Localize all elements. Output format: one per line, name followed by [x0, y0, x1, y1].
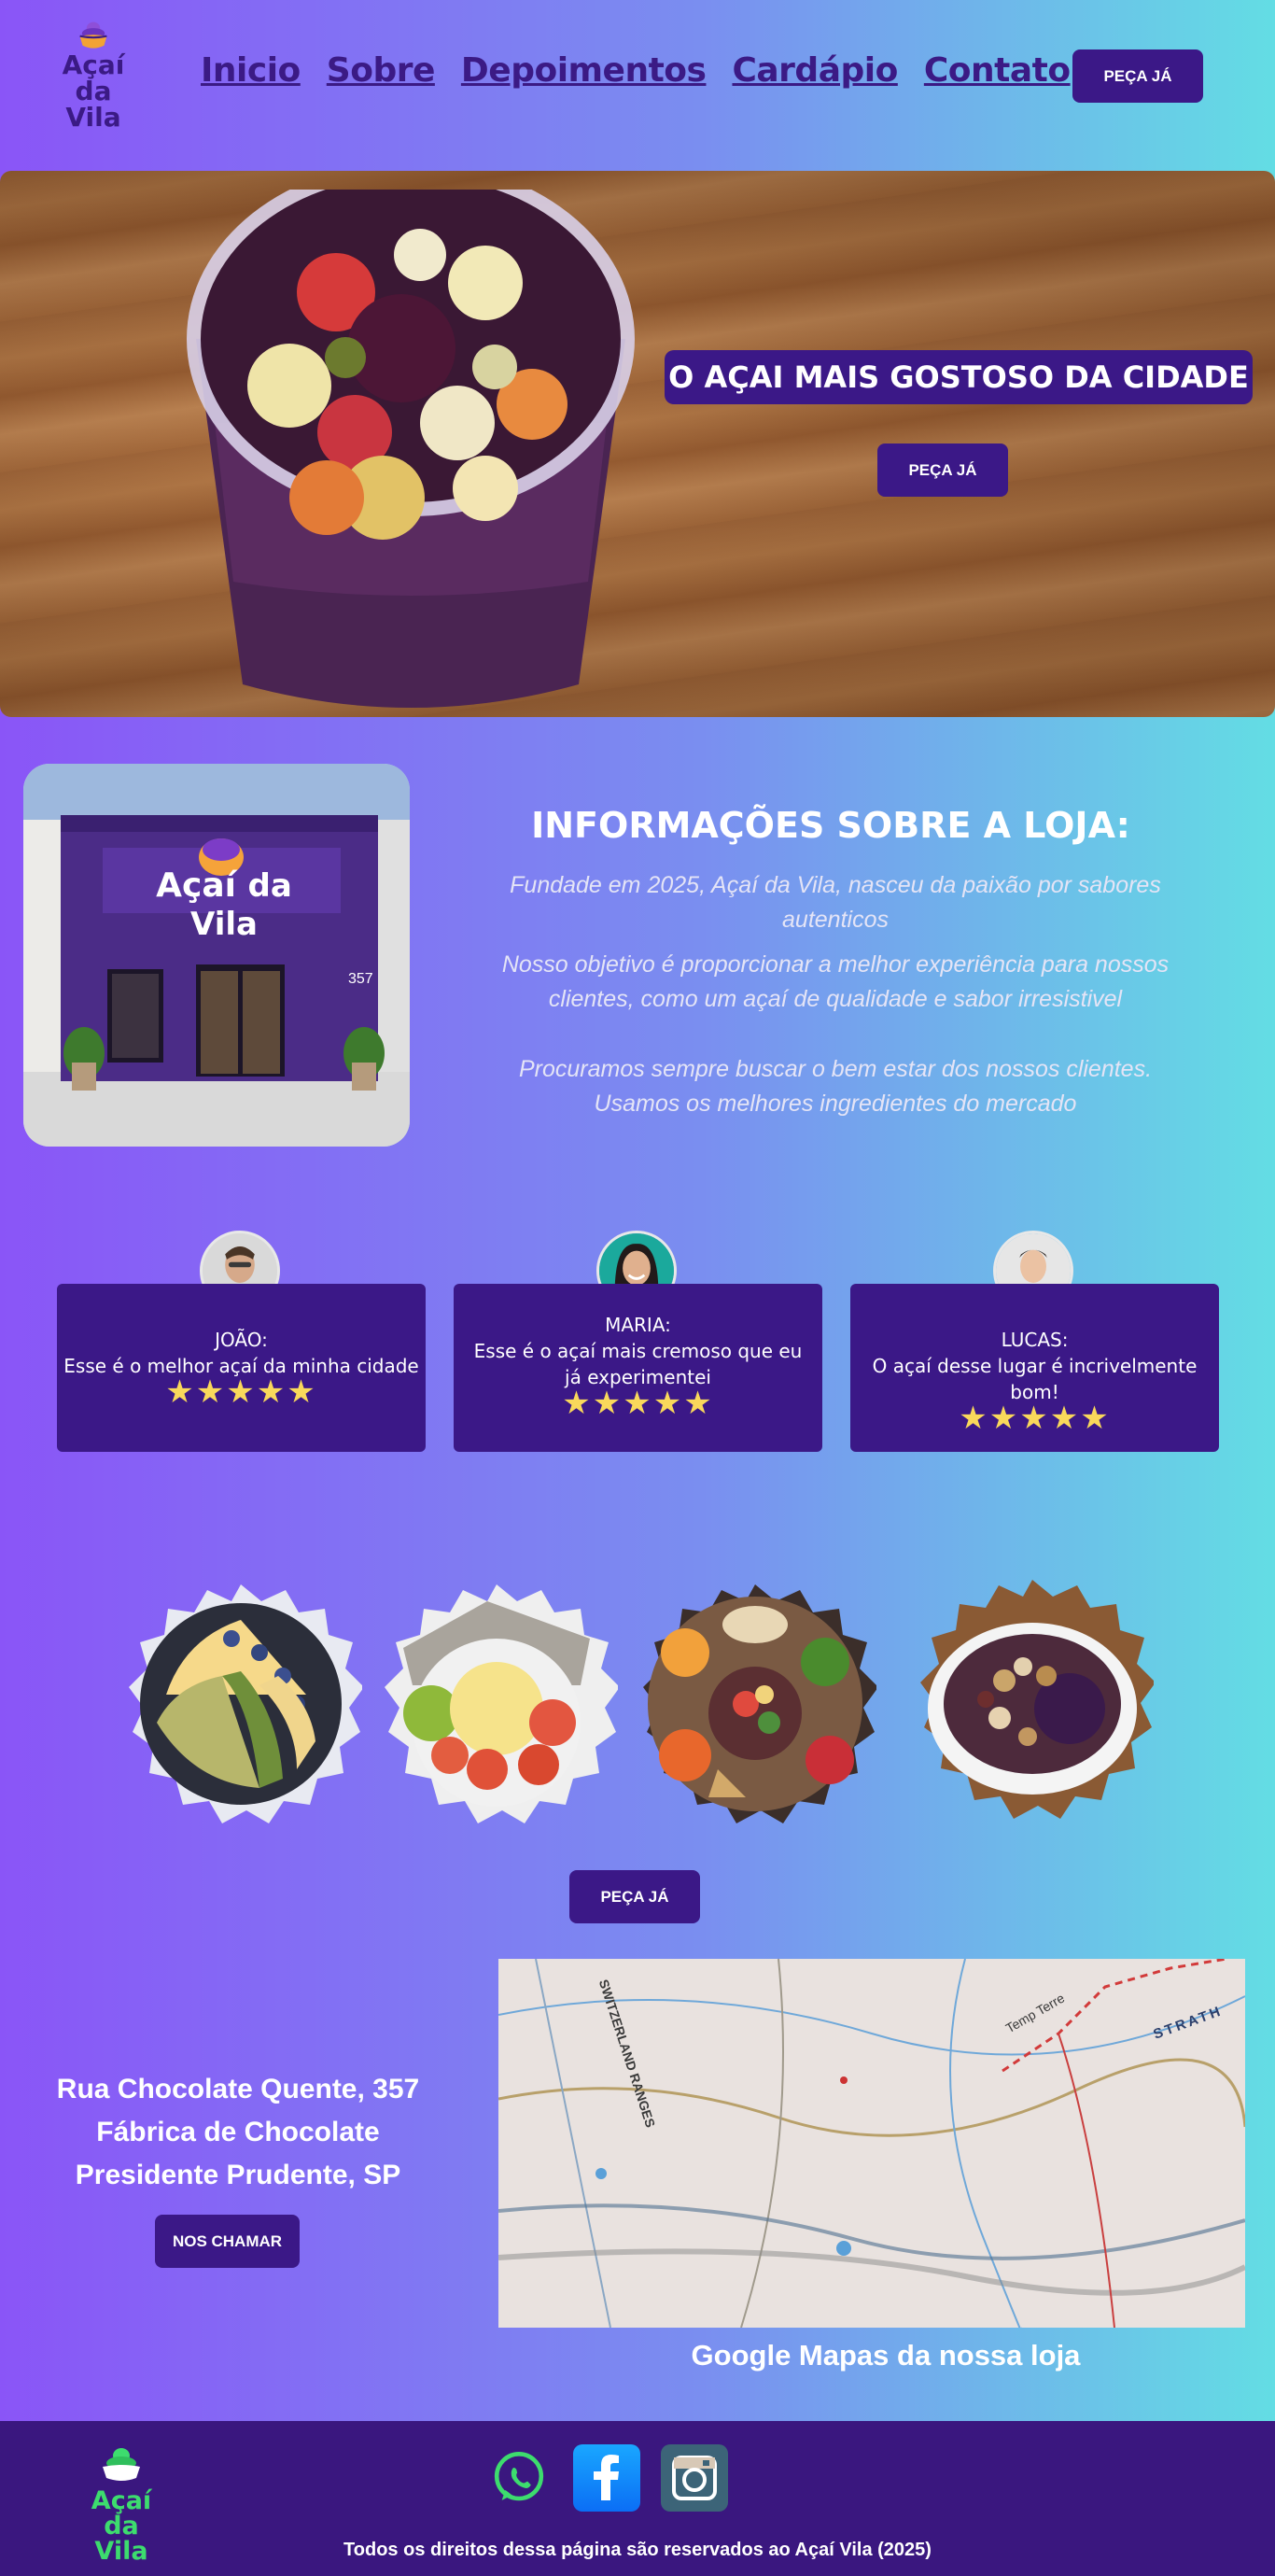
- whatsapp-link[interactable]: [485, 2444, 553, 2512]
- map-caption: Google Mapas da nossa loja: [691, 2339, 1081, 2372]
- testimonial-name: MARIA:: [605, 1314, 671, 1336]
- testimonial-name: JOÃO:: [215, 1329, 268, 1351]
- testimonial-card-lucas: LUCAS: O açaí desse lugar é incrivelment…: [850, 1284, 1219, 1452]
- info-paragraph-3: Procuramos sempre buscar o bem estar dos…: [518, 1056, 1153, 1117]
- food-image-smoothie-bowl: [129, 1584, 362, 1823]
- map-image[interactable]: SWITZERLAND RANGES Temp Terre STRATH: [498, 1959, 1245, 2328]
- copyright-text: Todos os direitos dessa página são reser…: [343, 2540, 932, 2560]
- testimonial-text: O açaí desse lugar é incrivelmente bom!: [872, 1355, 1198, 1403]
- whatsapp-icon: [494, 2452, 544, 2501]
- info-paragraph-1: Fundade em 2025, Açaí da Vila, nasceu da…: [510, 872, 1161, 933]
- nav-link-sobre[interactable]: Sobre: [327, 51, 436, 90]
- address-place: Fábrica de Chocolate: [96, 2117, 380, 2147]
- store-sign-part1: Açaí: [156, 866, 236, 905]
- acai-cup-image: [187, 190, 635, 708]
- rating-stars: ★★★★★: [165, 1373, 317, 1411]
- order-button-menu[interactable]: PEÇA JÁ: [569, 1870, 700, 1923]
- order-button-hero[interactable]: PEÇA JÁ: [877, 443, 1008, 497]
- address-street: Rua Chocolate Quente, 357: [56, 2074, 420, 2104]
- hero-title: O AÇAI MAIS GOSTOSO DA CIDADE: [665, 350, 1253, 404]
- acai-bowl-icon: [79, 21, 107, 49]
- store-address: Rua Chocolate Quente, 357 Fábrica de Cho…: [28, 2068, 448, 2197]
- testimonial-text: Esse é o açaí mais cremoso que eu já exp…: [473, 1340, 803, 1388]
- instagram-icon: [672, 2456, 717, 2500]
- store-front-image: Açaí da Vila 357: [23, 764, 410, 1147]
- food-image-acai-bowl: [920, 1580, 1154, 1819]
- logo-text-line2: da Vila: [65, 76, 121, 133]
- facebook-icon: [594, 2455, 619, 2500]
- rating-stars: ★★★★★: [959, 1400, 1111, 1437]
- site-logo[interactable]: Açaí da Vila: [47, 19, 140, 131]
- store-sign: Açaí da Vila: [126, 866, 322, 943]
- nav-link-inicio[interactable]: Inicio: [201, 51, 301, 90]
- store-number: 357: [348, 971, 373, 987]
- food-image-breakfast-table: [643, 1584, 876, 1823]
- call-us-button[interactable]: NOS CHAMAR: [155, 2215, 300, 2268]
- info-title: INFORMAÇÕES SOBRE A LOJA:: [531, 805, 1130, 846]
- footer-logo-line1: Açaí: [91, 2486, 152, 2515]
- hero-banner: O AÇAI MAIS GOSTOSO DA CIDADE PEÇA JÁ: [0, 171, 1275, 717]
- logo-text-line1: Açaí: [62, 49, 125, 80]
- nav-link-depoimentos[interactable]: Depoimentos: [461, 51, 707, 90]
- instagram-link[interactable]: [661, 2444, 728, 2512]
- facebook-link[interactable]: [573, 2444, 640, 2512]
- info-paragraph-2: Nosso objetivo é proporcionar a melhor e…: [501, 951, 1170, 1012]
- testimonial-card-maria: MARIA: Esse é o açaí mais cremoso que eu…: [454, 1284, 822, 1452]
- nav-link-cardapio[interactable]: Cardápio: [732, 51, 898, 90]
- address-city: Presidente Prudente, SP: [75, 2160, 401, 2190]
- main-nav: Inicio Sobre Depoimentos Cardápio Contat…: [201, 51, 1071, 90]
- testimonial-card-joao: JOÃO: Esse é o melhor açaí da minha cida…: [57, 1284, 426, 1452]
- nav-link-contato[interactable]: Contato: [924, 51, 1071, 90]
- acai-bowl-icon: [103, 2448, 140, 2481]
- rating-stars: ★★★★★: [562, 1385, 714, 1422]
- food-image-fruit-plate: [385, 1584, 618, 1823]
- order-button-nav[interactable]: PEÇA JÁ: [1072, 49, 1203, 103]
- testimonial-name: LUCAS:: [1001, 1329, 1069, 1351]
